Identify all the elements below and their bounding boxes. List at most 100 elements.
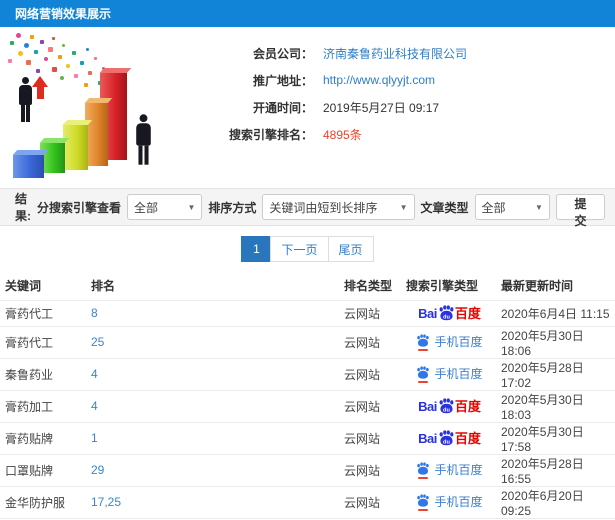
svg-text:du: du <box>443 439 450 445</box>
chart-bar-orange <box>85 103 108 166</box>
baidu-logo[interactable]: Bai du 百度 <box>418 429 481 447</box>
rank-cell: 29 <box>87 453 340 486</box>
update-time-cell: 2020年6月4日 11:15 <box>497 299 615 326</box>
baidu-logo[interactable]: Bai du 百度 <box>418 397 481 415</box>
mobile-baidu-label: 手机百度 <box>434 494 483 509</box>
mobile-baidu-logo[interactable]: 手机百度 <box>416 461 483 480</box>
keyword-cell: 膏药代工 <box>0 325 87 358</box>
engine-filter-value: 全部 <box>133 200 158 215</box>
page-1-button[interactable]: 1 <box>241 236 272 262</box>
pagination: 1 下一页 尾页 <box>241 236 374 262</box>
table-row: 膏药贴牌 1 云网站 Bai du 百度 2020年5月30日 17:58 <box>0 421 615 454</box>
baidu-paw-icon: du <box>438 304 455 322</box>
baidu-logo-bai-text: Bai <box>418 398 437 414</box>
rank-type-cell: 云网站 <box>340 325 402 358</box>
field-engine-rank-count: 搜索引擎排名： 4895条 <box>178 121 615 147</box>
rank-cell: 17,25 <box>87 485 340 518</box>
rank-link[interactable]: 17,25 <box>91 495 121 509</box>
info-section: 会员公司： 济南秦鲁药业科技有限公司 推广地址： http://www.qlyy… <box>0 27 615 188</box>
rank-type-cell: 云网站 <box>340 299 402 326</box>
header-engine-type: 搜索引擎类型 <box>406 279 479 294</box>
keyword-cell: 秦鲁药业 <box>0 357 87 390</box>
table-row: 金华防护服 17,25 云网站 手机百度 2020年6月20日 09:25 <box>0 485 615 518</box>
table-body: 膏药代工 8 云网站 Bai du 百度 2020年6月4日 11:15 膏药代工 25 云网站手… <box>0 299 615 520</box>
mobile-baidu-logo[interactable]: 手机百度 <box>416 365 483 384</box>
article-type-value: 全部 <box>481 200 506 215</box>
update-time-cell: 2020年5月30日 18:03 <box>497 389 615 422</box>
keyword-cell: 膏药代工 <box>0 299 87 326</box>
rank-link[interactable]: 4 <box>91 367 98 381</box>
promo-url-link[interactable]: http://www.qlyyjt.com <box>323 73 435 87</box>
member-company-link[interactable]: 济南秦鲁药业科技有限公司 <box>323 45 467 62</box>
field-promo-url: 推广地址： http://www.qlyyjt.com <box>178 67 615 93</box>
result-label: 结果: <box>15 192 31 223</box>
field-member-company: 会员公司： 济南秦鲁药业科技有限公司 <box>178 40 615 66</box>
svg-text:du: du <box>443 314 450 320</box>
next-page-button[interactable]: 下一页 <box>270 236 329 262</box>
sort-value: 关键词由短到长排序 <box>269 200 378 215</box>
rank-link[interactable]: 4 <box>91 399 98 413</box>
keyword-cell: 膏药加工 <box>0 389 87 422</box>
open-time-value: 2019年5月27日 09:17 <box>323 100 440 115</box>
table-row: 膏药加工 4 云网站 Bai du 百度 2020年5月30日 18:03 <box>0 389 615 422</box>
update-time-cell: 2020年5月30日 18:06 <box>497 325 615 358</box>
update-time-cell: 2020年5月30日 17:58 <box>497 421 615 454</box>
keyword-cell: 金华防护服 <box>0 485 87 518</box>
baidu-logo-bai-text: Bai <box>418 430 437 446</box>
rank-type-cell: 云网站 <box>340 453 402 486</box>
rank-link[interactable]: 25 <box>91 335 104 349</box>
article-type-label: 文章类型 <box>420 200 469 215</box>
update-time-cell: 2020年5月28日 16:55 <box>497 453 615 486</box>
open-time-label: 开通时间： <box>252 100 313 115</box>
bar-chart-illustration <box>0 31 178 183</box>
mobile-baidu-logo[interactable]: 手机百度 <box>416 493 483 512</box>
engine-cell: Bai du 百度 <box>402 299 497 326</box>
article-type-select[interactable]: 全部 ▼ <box>474 194 550 220</box>
engine-filter-select[interactable]: 全部 ▼ <box>126 194 203 220</box>
engine-rank-count-value: 4895条 <box>323 127 362 142</box>
rank-type-cell: 云网站 <box>340 485 402 518</box>
mobile-baidu-label: 手机百度 <box>434 366 483 381</box>
rank-link[interactable]: 29 <box>91 463 104 477</box>
member-company-label: 会员公司： <box>252 46 313 61</box>
field-open-time: 开通时间： 2019年5月27日 09:17 <box>178 94 615 120</box>
last-page-button[interactable]: 尾页 <box>327 236 374 262</box>
rank-link[interactable]: 1 <box>91 431 98 445</box>
baidu-logo-bai-text: Bai <box>418 305 437 321</box>
rank-link[interactable]: 8 <box>91 306 98 320</box>
rank-cell: 8 <box>87 299 340 326</box>
engine-rank-count-label: 搜索引擎排名： <box>228 127 313 142</box>
submit-button[interactable]: 提交 <box>555 194 605 228</box>
header-rank-type: 排名类型 <box>344 279 393 294</box>
baidu-logo[interactable]: Bai du 百度 <box>418 304 481 322</box>
keyword-cell: 口罩贴牌 <box>0 453 87 486</box>
sort-select[interactable]: 关键词由短到长排序 ▼ <box>262 194 415 220</box>
baidu-logo-cn-text: 百度 <box>454 398 481 414</box>
mobile-baidu-paw-icon <box>416 366 430 384</box>
header-keyword: 关键词 <box>5 279 42 294</box>
rank-cell: 25 <box>87 325 340 358</box>
engine-cell: 手机百度 <box>402 453 497 486</box>
keyword-cell: 膏药贴牌 <box>0 421 87 454</box>
engine-cell: 手机百度 <box>402 485 497 518</box>
table-row: 秦鲁药业 4 云网站 手机百度 2020年5月28日 17:02 <box>0 357 615 390</box>
table-row: 膏药代工 8 云网站 Bai du 百度 2020年6月4日 11:15 <box>0 299 615 326</box>
engine-filter-label: 分搜索引擎查看 <box>36 200 121 215</box>
filter-bar: 结果: 分搜索引擎查看 全部 ▼ 排序方式 关键词由短到长排序 ▼ 文章类型 全… <box>0 188 615 228</box>
engine-cell: Bai du 百度 <box>402 421 497 454</box>
chevron-down-icon: ▼ <box>187 202 196 212</box>
mobile-baidu-paw-icon <box>416 334 430 352</box>
baidu-logo-cn-text: 百度 <box>454 430 481 446</box>
baidu-paw-icon: du <box>438 397 455 415</box>
table-row: 口罩贴牌 29 云网站 手机百度 2020年5月28日 16:55 <box>0 453 615 486</box>
mobile-baidu-paw-icon <box>416 462 430 480</box>
engine-cell: 手机百度 <box>402 325 497 358</box>
table-row: 膏药代工 25 云网站 手机百度 2020年5月30日 18:06 <box>0 325 615 358</box>
businessman-figure-left <box>19 77 32 122</box>
chart-bar-yellow <box>63 125 88 170</box>
sort-label: 排序方式 <box>208 200 257 215</box>
mobile-baidu-label: 手机百度 <box>434 334 483 349</box>
mobile-baidu-label: 手机百度 <box>434 462 483 477</box>
mobile-baidu-logo[interactable]: 手机百度 <box>416 333 483 352</box>
engine-cell: Bai du 百度 <box>402 389 497 422</box>
